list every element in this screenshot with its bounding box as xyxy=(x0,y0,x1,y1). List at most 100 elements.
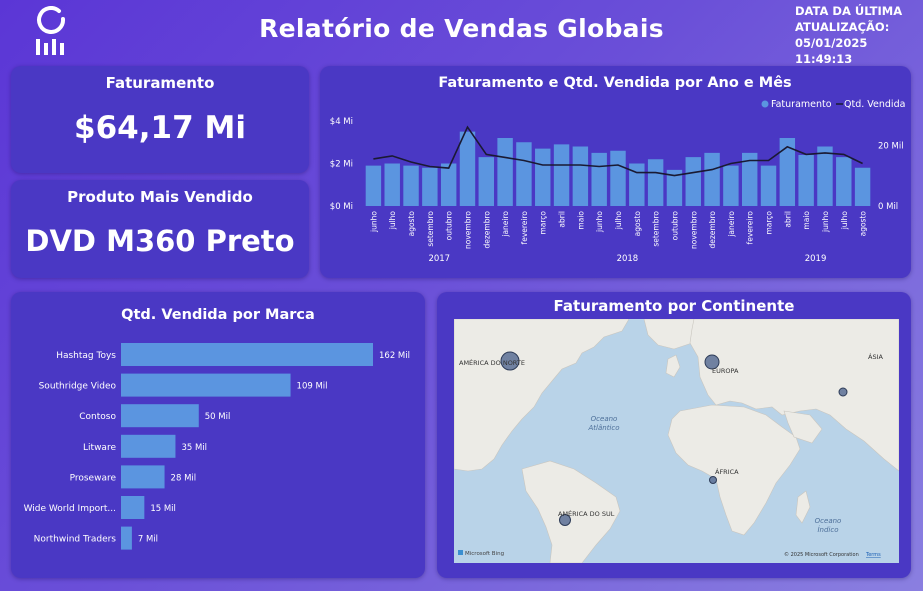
revenue-value: $64,17 Mi xyxy=(74,110,246,146)
combo-x-tick-label: abril xyxy=(558,211,567,228)
map-terms-link[interactable]: Terms xyxy=(865,552,881,558)
combo-x-tick-label: maio xyxy=(576,211,585,230)
combo-chart-title: Faturamento e Qtd. Vendida por Ano e Mês xyxy=(438,75,791,91)
revenue-bar xyxy=(817,146,833,206)
revenue-bar xyxy=(798,155,814,206)
last-update: DATA DA ÚLTIMA ATUALIZAÇÃO: 05/01/2025 1… xyxy=(795,3,917,67)
combo-x-tick-label: fevereiro xyxy=(520,211,529,245)
map-title: Faturamento por Continente xyxy=(553,297,795,315)
combo-x-tick-label: julho xyxy=(840,211,849,231)
uk-land xyxy=(665,354,681,378)
qty-by-brand-chart[interactable]: Qtd. Vendida por Marca Hashtag Toys 162 Mi… xyxy=(11,292,425,578)
combo-x-tick-label: outubro xyxy=(445,211,454,241)
combo-x-tick-label: abril xyxy=(783,211,792,228)
last-update-label-1: DATA DA ÚLTIMA xyxy=(795,4,903,18)
brand-label: Hashtag Toys xyxy=(56,351,116,361)
label-south-america: AMÉRICA DO SUL xyxy=(558,509,615,518)
brand-bar xyxy=(121,373,291,397)
map-svg: AMÉRICA DO NORTE EUROPA ÁSIA ÁFRICA AMÉR… xyxy=(454,319,899,563)
revenue-bar xyxy=(572,146,589,206)
top-product-value: DVD M360 Preto xyxy=(25,224,295,258)
combo-x-tick-label: agosto xyxy=(407,211,416,237)
combo-y-left-tick: $0 Mi xyxy=(330,202,353,212)
combo-x-tick-label: junho xyxy=(369,211,378,233)
revenue-bar xyxy=(516,142,532,206)
brand-label: Proseware xyxy=(70,473,117,483)
brand-label: Northwind Traders xyxy=(34,535,117,545)
revenue-bar xyxy=(535,148,551,206)
revenue-bar xyxy=(384,163,400,206)
legend-qty-label: Qtd. Vendida xyxy=(844,99,905,110)
label-north-america: AMÉRICA DO NORTE xyxy=(459,358,525,367)
revenue-bar xyxy=(478,157,495,206)
revenue-bar xyxy=(403,165,419,206)
label-asia: ÁSIA xyxy=(868,352,883,361)
combo-x-tick-label: agosto xyxy=(633,211,642,237)
revenue-bar xyxy=(440,163,457,206)
revenue-bar xyxy=(553,144,570,206)
bing-attribution: Microsoft Bing xyxy=(465,551,504,557)
brand-chart-title: Qtd. Vendida por Marca xyxy=(121,307,315,323)
revenue-bar xyxy=(760,165,777,206)
combo-x-tick-label: julho xyxy=(614,211,623,231)
revenue-bar xyxy=(854,167,871,206)
map-copyright: © 2025 Microsoft Corporation xyxy=(784,551,859,558)
combo-x-tick-label: junho xyxy=(595,211,604,233)
brand-label: Contoso xyxy=(79,412,116,422)
combo-y-left-tick: $2 Mi xyxy=(330,160,353,170)
brand-bar xyxy=(121,343,373,366)
brand-label: Southridge Video xyxy=(39,382,117,392)
combo-y-right-tick: 20 Mil xyxy=(878,141,904,151)
revenue-bar xyxy=(836,157,852,206)
brand-value-label: 28 Mil xyxy=(171,473,197,483)
combo-x-tick-label: outubro xyxy=(670,211,679,241)
label-indian-2: Índico xyxy=(817,525,838,534)
brand-value-label: 7 Mil xyxy=(138,535,158,545)
brand-label: Wide World Import... xyxy=(24,504,116,514)
madagascar-land xyxy=(795,490,811,524)
last-update-timestamp: 05/01/2025 11:49:13 xyxy=(795,36,868,66)
revenue-by-continent-card[interactable]: Faturamento por Continente AMÉRICA DO NO… xyxy=(437,292,911,578)
revenue-bar xyxy=(723,165,739,206)
label-europe: EUROPA xyxy=(712,367,739,375)
revenue-bar xyxy=(422,167,438,206)
combo-x-tick-label: novembro xyxy=(689,211,698,249)
revenue-card-title: Faturamento xyxy=(105,74,215,92)
brand-bar-chart-svg: Qtd. Vendida por Marca Hashtag Toys 162 Mi… xyxy=(24,307,410,550)
combo-year-label: 2017 xyxy=(428,254,450,264)
combo-x-tick-label: agosto xyxy=(859,211,868,237)
legend-revenue-marker xyxy=(761,100,769,108)
revenue-qty-by-month-chart[interactable]: Faturamento e Qtd. Vendida por Ano e Mês… xyxy=(320,66,911,278)
combo-x-tick-label: setembro xyxy=(652,211,661,247)
revenue-card[interactable]: Faturamento $64,17 Mi xyxy=(11,66,309,173)
world-map[interactable]: AMÉRICA DO NORTE EUROPA ÁSIA ÁFRICA AMÉR… xyxy=(454,319,899,563)
revenue-bar xyxy=(365,165,382,206)
brand-value-label: 15 Mil xyxy=(150,504,176,514)
combo-x-tick-label: dezembro xyxy=(482,211,491,249)
brand-value-label: 35 Mil xyxy=(181,443,207,453)
africa-marker xyxy=(709,476,717,484)
revenue-bar xyxy=(497,138,513,206)
last-update-label-2: ATUALIZAÇÃO: xyxy=(795,20,890,34)
combo-x-tick-label: março xyxy=(539,211,548,235)
combo-x-tick-label: janeiro xyxy=(501,211,510,238)
brand-value-label: 109 Mil xyxy=(297,382,328,392)
combo-x-tick-label: janeiro xyxy=(727,211,736,238)
top-product-card[interactable]: Produto Mais Vendido DVD M360 Preto xyxy=(11,180,309,278)
label-atlantic-2: Atlântico xyxy=(587,424,619,432)
combo-x-tick-label: maio xyxy=(802,211,811,230)
revenue-bar xyxy=(704,152,720,206)
combo-x-tick-label: novembro xyxy=(463,211,472,249)
top-product-card-title: Produto Mais Vendido xyxy=(67,188,253,206)
brand-bar xyxy=(121,404,199,428)
combo-x-tick-label: julho xyxy=(388,211,397,231)
label-indian-1: Oceano xyxy=(815,517,842,525)
north-america-land xyxy=(454,319,630,472)
brand-bar xyxy=(121,465,165,489)
revenue-bar xyxy=(591,152,607,206)
combo-y-left-tick: $4 Mi xyxy=(330,117,353,127)
brand-value-label: 50 Mil xyxy=(205,412,231,422)
brand-label: Litware xyxy=(83,443,116,453)
combo-chart-svg: Faturamento e Qtd. Vendida por Ano e Mês… xyxy=(330,75,906,264)
combo-year-label: 2019 xyxy=(805,254,827,264)
